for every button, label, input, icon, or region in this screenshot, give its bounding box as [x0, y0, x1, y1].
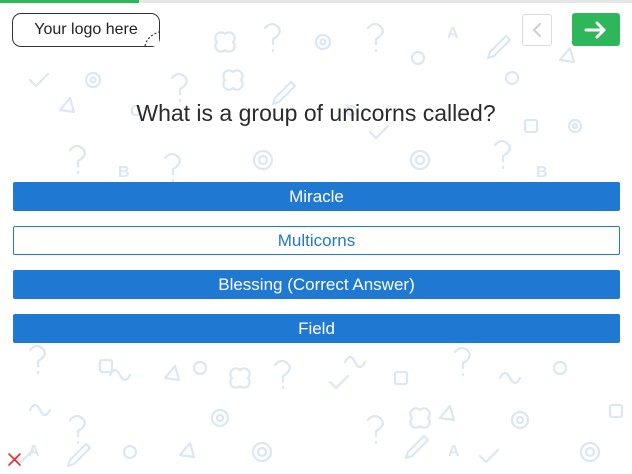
- arrow-right-icon: [584, 21, 606, 38]
- svg-text:A: A: [448, 443, 460, 460]
- next-button[interactable]: [572, 13, 620, 46]
- svg-text:A: A: [447, 25, 459, 42]
- logo-text: Your logo here: [34, 21, 138, 38]
- close-icon[interactable]: [7, 452, 22, 467]
- progress-bar: [0, 0, 632, 3]
- question-text: What is a group of unicorns called?: [136, 100, 496, 126]
- svg-text:B: B: [536, 164, 548, 181]
- answer-option[interactable]: Miracle: [13, 182, 620, 211]
- answer-option[interactable]: Blessing (Correct Answer): [13, 270, 620, 299]
- svg-text:B: B: [118, 164, 130, 181]
- answer-option[interactable]: Field: [13, 314, 620, 343]
- progress-fill: [0, 0, 140, 3]
- answer-list: Miracle Multicorns Blessing (Correct Ans…: [13, 182, 620, 358]
- answer-option[interactable]: Multicorns: [13, 226, 620, 255]
- chevron-left-icon: [532, 22, 542, 38]
- page-curl-icon: [144, 31, 160, 47]
- back-button[interactable]: [522, 14, 552, 46]
- logo-placeholder: Your logo here: [12, 13, 160, 47]
- svg-text:A: A: [28, 443, 40, 460]
